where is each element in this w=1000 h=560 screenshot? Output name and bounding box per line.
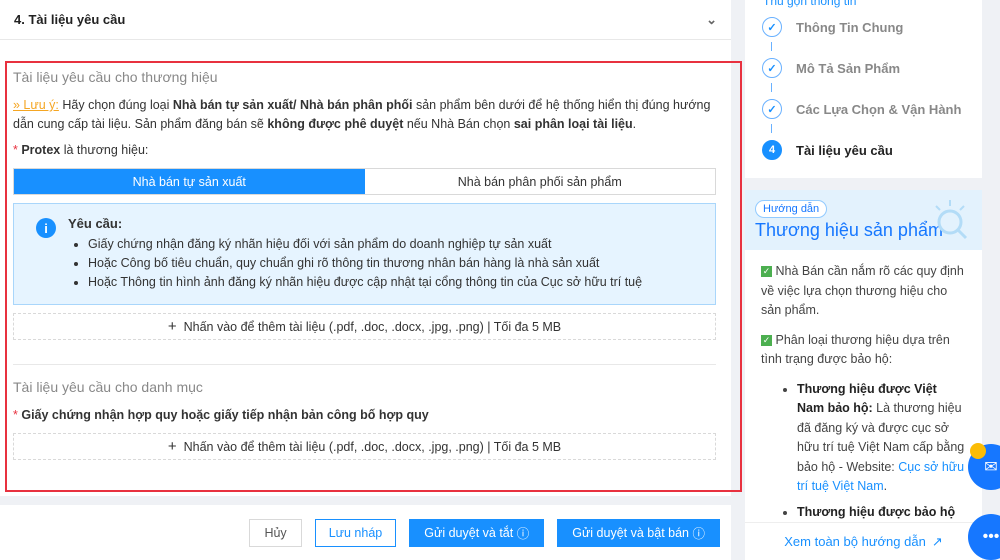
check-icon: ✓ [762, 17, 782, 37]
guide-text: Nhà Bán cần nắm rõ các quy định về việc … [761, 264, 964, 317]
button-label: Gửi duyệt và tắt [424, 525, 514, 540]
mail-icon: ✉ [984, 459, 998, 476]
guide-badge: Hướng dẫn [755, 200, 828, 218]
checkbox-icon: ✓ [761, 334, 772, 346]
bullet-text: . [883, 479, 888, 493]
submit-and-disable-button[interactable]: Gửi duyệt và tắt ⓘ [409, 518, 545, 547]
guide-paragraph: ✓ Phân loại thương hiệu dựa trên tình tr… [761, 331, 966, 370]
step-label: Các Lựa Chọn & Vận Hành [796, 101, 962, 117]
info-icon: ⓘ [692, 527, 705, 541]
step-connector [771, 124, 772, 133]
step-general-info[interactable]: ✓ Thông Tin Chung [762, 17, 903, 37]
submit-and-enable-button[interactable]: Gửi duyệt và bật bán ⓘ [557, 518, 720, 547]
step-connector [771, 83, 772, 92]
step-label: Mô Tả Sản Phẩm [796, 60, 901, 76]
chat-icon: ••• [982, 528, 1000, 545]
section-title: 4. Tài liệu yêu cầu [14, 12, 126, 27]
step-label: Tài liệu yêu cầu [796, 142, 893, 158]
bullet-title: Thương hiệu được bảo hộ [797, 504, 956, 519]
step-label: Thông Tin Chung [796, 19, 904, 35]
check-icon: ✓ [762, 99, 782, 119]
button-label: Gửi duyệt và bật bán [572, 525, 689, 540]
check-icon: ✓ [762, 58, 782, 78]
step-navigator: Thu gọn thông tin ✓ Thông Tin Chung ✓ Mô T… [745, 0, 982, 178]
guide-bullet: Thương hiệu được bảo hộ [797, 503, 966, 523]
external-link-icon: ↗ [931, 533, 943, 549]
checkbox-icon: ✓ [761, 266, 772, 278]
chevron-down-icon[interactable]: ⌄ [706, 12, 717, 28]
cancel-button[interactable]: Hủy [249, 518, 302, 547]
step-documents[interactable]: 4 Tài liệu yêu cầu [762, 140, 893, 160]
guide-panel: Hướng dẫn Thương hiệu sản phẩm ✓ Nhà Bán… [745, 190, 982, 560]
guide-bullet: Thương hiệu được Việt Nam bảo hộ: Là thư… [797, 380, 966, 497]
footer-label: Xem toàn bộ hướng dẫn [784, 534, 926, 549]
save-draft-button[interactable]: Lưu nháp [314, 518, 397, 547]
guide-body: ✓ Nhà Bán cần nắm rõ các quy định về việ… [745, 250, 982, 522]
guide-header: Hướng dẫn Thương hiệu sản phẩm [745, 190, 982, 250]
guide-paragraph: ✓ Nhà Bán cần nắm rõ các quy định về việ… [761, 262, 966, 321]
section-header[interactable]: 4. Tài liệu yêu cầu ⌄ [0, 0, 731, 40]
info-icon: ⓘ [516, 527, 530, 541]
step-description[interactable]: ✓ Mô Tả Sản Phẩm [762, 58, 900, 78]
guide-text: Phân loại thương hiệu dựa trên tình trạn… [761, 332, 950, 367]
step-options[interactable]: ✓ Các Lựa Chọn & Vận Hành [762, 99, 961, 119]
action-bar: Hủy Lưu nháp Gửi duyệt và tắt ⓘ Gửi duyệ… [0, 505, 731, 560]
highlight-frame [5, 61, 742, 492]
search-bulb-icon [935, 200, 968, 240]
view-full-guide-link[interactable]: Xem toàn bộ hướng dẫn ↗ [745, 522, 982, 560]
notification-dot [970, 443, 986, 459]
step-connector [771, 42, 772, 51]
step-number: 4 [762, 140, 782, 160]
collapse-link[interactable]: Thu gọn thông tin [763, 0, 856, 8]
